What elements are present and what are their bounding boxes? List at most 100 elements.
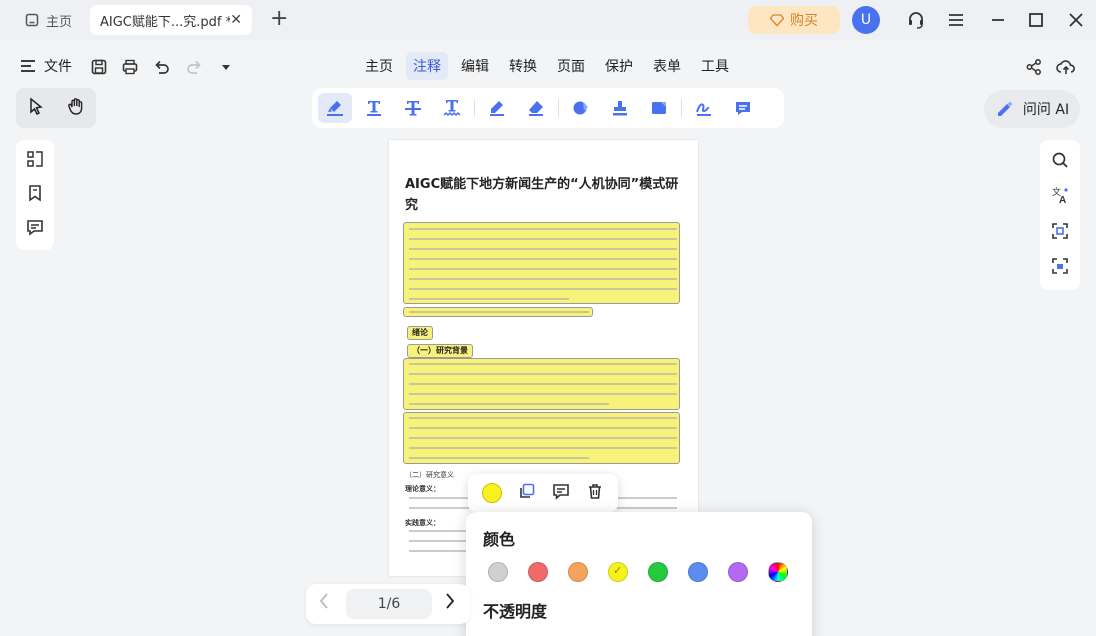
minimize-icon[interactable]	[986, 8, 1010, 32]
text-line	[409, 258, 677, 260]
print-icon[interactable]	[119, 56, 141, 78]
tab-home-label: 主页	[46, 14, 73, 30]
list-icon	[21, 60, 35, 72]
page-number-field[interactable]: 1/6	[346, 589, 432, 619]
attachment-tool-button[interactable]	[642, 93, 676, 123]
ai-sparkle-icon	[997, 101, 1013, 116]
cloud-upload-icon[interactable]	[1055, 56, 1077, 78]
menu-item[interactable]: 主页	[358, 52, 400, 80]
text-line	[409, 268, 677, 270]
new-tab-button[interactable]: +	[270, 7, 288, 31]
highlight-annotation-abstract[interactable]	[403, 222, 680, 304]
color-swatch[interactable]	[488, 562, 508, 582]
file-menu-button[interactable]: 文件	[20, 56, 72, 76]
custom-color-swatch[interactable]	[768, 562, 788, 582]
delete-icon[interactable]	[586, 482, 604, 504]
color-swatch[interactable]	[648, 562, 668, 582]
text-line	[409, 383, 677, 385]
save-icon[interactable]	[88, 56, 110, 78]
text-line	[409, 363, 677, 365]
translate-icon[interactable]: 文A	[1050, 185, 1070, 209]
paragraph-theory-label: 理论意义：	[405, 485, 440, 493]
text-line	[409, 457, 589, 459]
thumbnails-icon[interactable]	[25, 149, 45, 173]
headset-icon[interactable]	[904, 8, 928, 32]
attachment-icon	[652, 102, 666, 114]
tool-mode-panel	[16, 88, 96, 128]
text-line	[409, 238, 677, 240]
bookmark-icon[interactable]	[25, 183, 45, 207]
text-line	[409, 437, 677, 439]
stamp-tool-button[interactable]	[603, 93, 637, 123]
main-menu: 主页 注释 编辑 转换 页面 保护 表单 工具	[358, 52, 742, 80]
pencil-tool-button[interactable]	[480, 93, 514, 123]
color-swatch[interactable]	[688, 562, 708, 582]
screen-capture-icon[interactable]	[1050, 256, 1070, 280]
tab-document-title: AIGC赋能下...究.pdf *	[100, 14, 231, 30]
menu-item[interactable]: 编辑	[454, 52, 496, 80]
signature-tool-button[interactable]	[687, 93, 721, 123]
menu-item[interactable]: 工具	[694, 52, 736, 80]
buy-label: 购买	[790, 13, 818, 29]
text-line	[409, 278, 677, 280]
menu-item[interactable]: 表单	[646, 52, 688, 80]
annotation-toolbar	[312, 88, 784, 128]
ocr-scan-icon[interactable]	[1050, 221, 1070, 245]
menu-item[interactable]: 保护	[598, 52, 640, 80]
menu-item[interactable]: 转换	[502, 52, 544, 80]
hand-tool-icon[interactable]	[67, 97, 85, 119]
text-line	[409, 393, 677, 395]
stamp-icon	[613, 101, 627, 116]
tab-home[interactable]: 主页	[16, 7, 80, 33]
add-note-icon[interactable]	[552, 482, 570, 504]
color-picker-button[interactable]	[482, 483, 502, 503]
copy-icon[interactable]	[518, 482, 536, 504]
text-line	[409, 447, 677, 449]
eraser-tool-button[interactable]	[519, 93, 553, 123]
menu-item[interactable]: 注释	[406, 52, 448, 80]
highlighter-icon	[327, 101, 343, 116]
select-cursor-icon[interactable]	[27, 97, 45, 119]
color-swatch[interactable]	[528, 562, 548, 582]
signature-icon	[696, 103, 711, 116]
text-line	[409, 427, 677, 429]
next-page-icon[interactable]	[444, 592, 456, 615]
file-menu-label: 文件	[44, 59, 72, 75]
ask-ai-button[interactable]: 问问 AI	[984, 90, 1080, 128]
close-window-icon[interactable]	[1064, 8, 1088, 32]
highlight-tool-button[interactable]	[318, 93, 352, 123]
shape-tool-button[interactable]	[564, 93, 598, 123]
color-swatch[interactable]	[728, 562, 748, 582]
underline-tool-button[interactable]	[357, 93, 391, 123]
avatar[interactable]: U	[852, 6, 880, 34]
more-dropdown-icon[interactable]	[215, 56, 237, 78]
color-popover: 颜色 不透明度	[466, 512, 812, 636]
text-strikethrough-icon	[405, 101, 421, 116]
menu-item[interactable]: 页面	[550, 52, 592, 80]
annotation-context-toolbar	[468, 474, 618, 512]
strikethrough-tool-button[interactable]	[396, 93, 430, 123]
color-swatch[interactable]	[608, 562, 628, 582]
close-tab-icon[interactable]: ✕	[230, 12, 242, 28]
color-swatch[interactable]	[568, 562, 588, 582]
menu-icon[interactable]	[944, 8, 968, 32]
redo-icon[interactable]	[183, 56, 205, 78]
buy-button[interactable]: 购买	[748, 6, 840, 34]
opacity-heading: 不透明度	[483, 602, 548, 621]
maximize-icon[interactable]	[1024, 8, 1048, 32]
text-underline-icon	[367, 101, 381, 116]
tab-document[interactable]: AIGC赋能下...究.pdf * ✕	[90, 5, 252, 35]
squiggly-tool-button[interactable]	[435, 93, 469, 123]
undo-icon[interactable]	[151, 56, 173, 78]
comment-tool-button[interactable]	[726, 93, 760, 123]
comments-panel-icon[interactable]	[25, 217, 45, 241]
ask-ai-label: 问问 AI	[1022, 102, 1070, 118]
paragraph-practice-label: 实践意义：	[405, 519, 440, 527]
previous-page-icon[interactable]	[318, 592, 330, 615]
text-squiggly-icon	[443, 100, 461, 117]
share-icon[interactable]	[1023, 56, 1045, 78]
toolbar-separator	[474, 99, 475, 117]
color-heading: 颜色	[483, 530, 516, 549]
search-icon[interactable]	[1050, 150, 1070, 174]
left-sidebar	[16, 140, 54, 250]
